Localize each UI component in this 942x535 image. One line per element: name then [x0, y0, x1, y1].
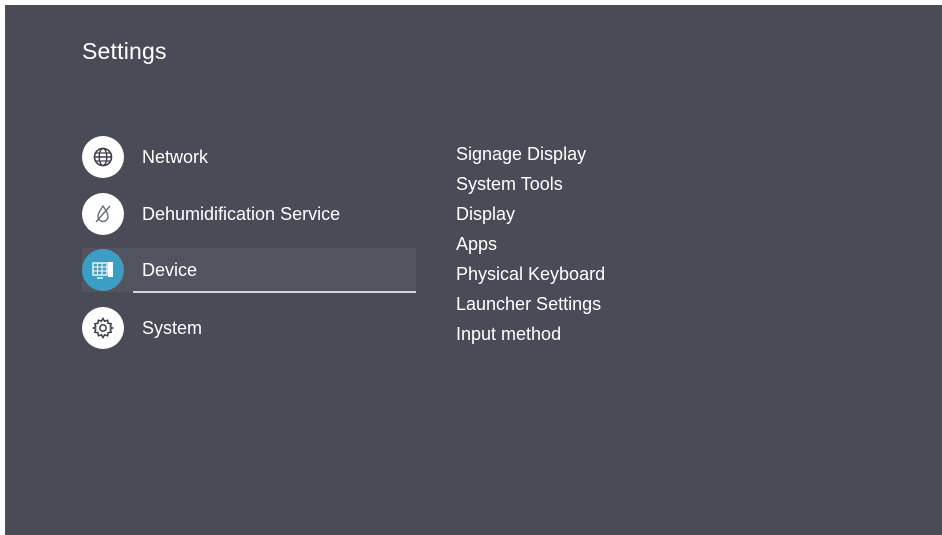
menu-item-label: System [142, 318, 203, 338]
settings-screen: Settings Network Dehumidification Servic… [5, 5, 942, 535]
device-submenu: Signage Display System Tools Display App… [456, 139, 605, 349]
device-display-icon [82, 249, 124, 291]
menu-item-label: Device [142, 260, 198, 280]
submenu-item-launcher-settings[interactable]: Launcher Settings [456, 289, 605, 319]
submenu-item-input-method[interactable]: Input method [456, 319, 605, 349]
submenu-item-display[interactable]: Display [456, 199, 605, 229]
menu-item-device[interactable]: Device [82, 248, 416, 292]
submenu-item-system-tools[interactable]: System Tools [456, 169, 605, 199]
globe-icon [82, 136, 124, 178]
submenu-item-apps[interactable]: Apps [456, 229, 605, 259]
menu-item-dehumidification-service[interactable]: Dehumidification Service [82, 192, 416, 236]
page-title: Settings [82, 38, 167, 64]
submenu-item-physical-keyboard[interactable]: Physical Keyboard [456, 259, 605, 289]
no-moisture-icon [82, 193, 124, 235]
gear-icon [82, 307, 124, 349]
menu-item-label: Network [142, 147, 209, 167]
menu-item-network[interactable]: Network [82, 135, 416, 179]
menu-item-label: Dehumidification Service [142, 204, 341, 224]
selection-underline [133, 291, 416, 293]
menu-item-system[interactable]: System [82, 306, 416, 350]
submenu-item-signage-display[interactable]: Signage Display [456, 139, 605, 169]
